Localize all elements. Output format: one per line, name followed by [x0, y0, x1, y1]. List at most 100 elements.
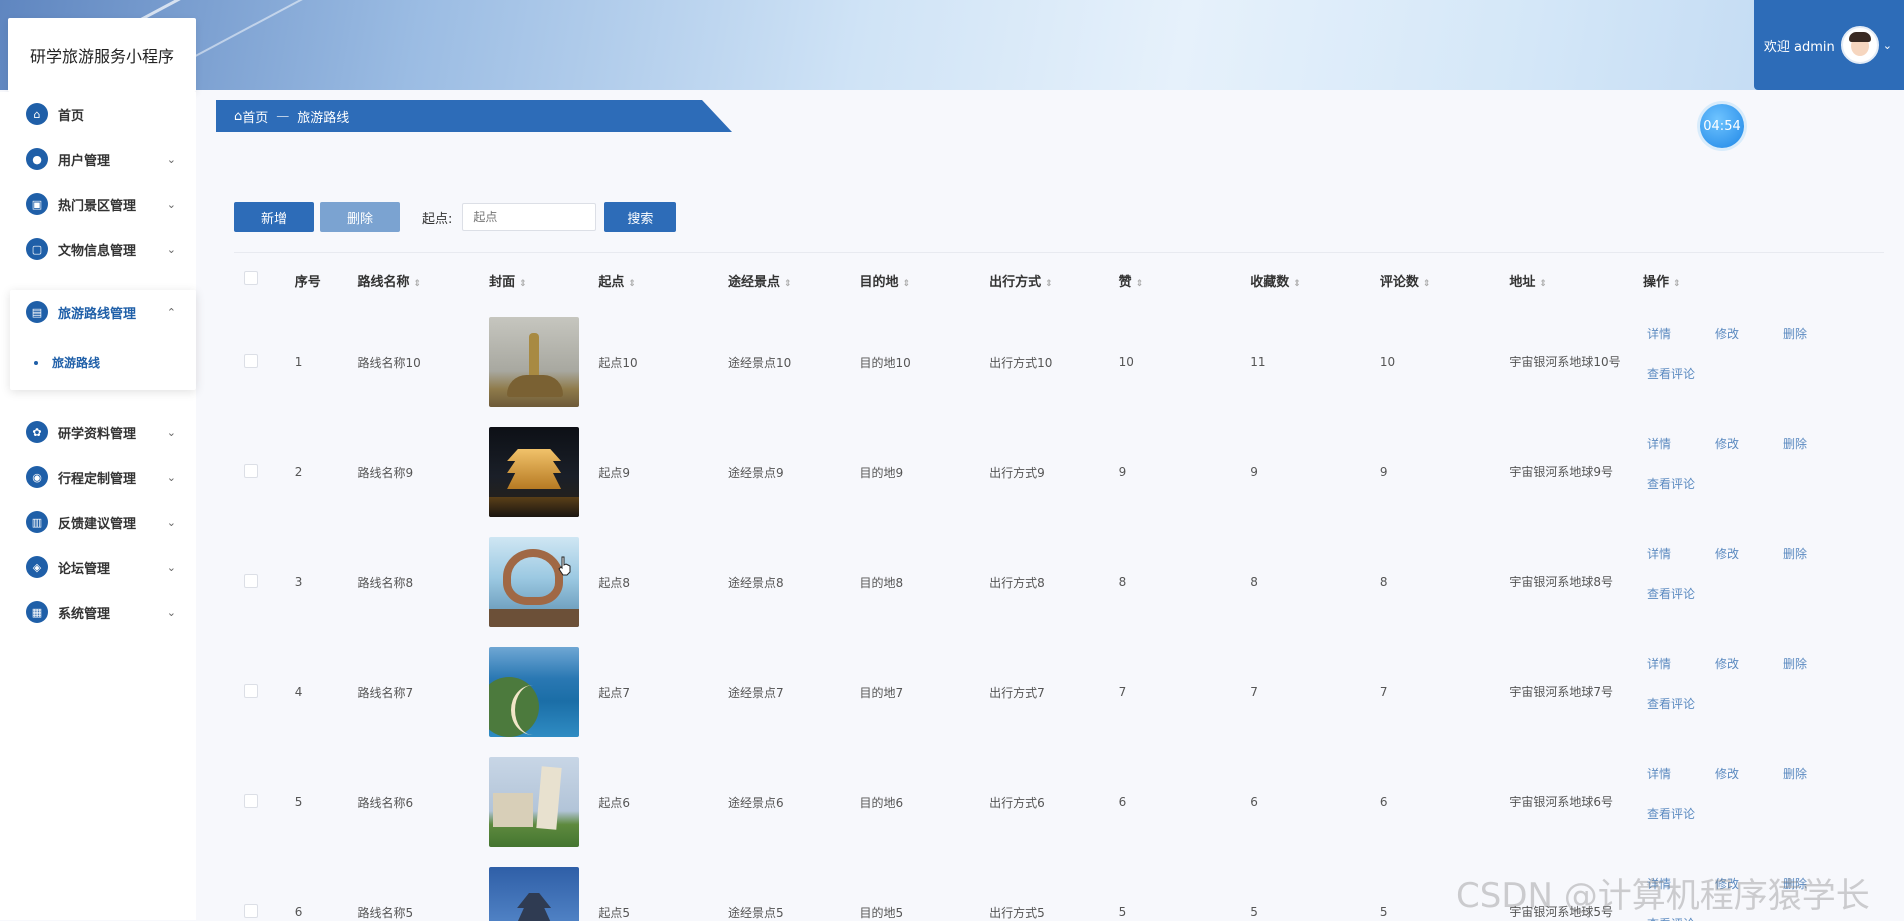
- view-comments-link[interactable]: 查看评论: [1647, 585, 1695, 602]
- cover-image[interactable]: [489, 867, 580, 921]
- sidebar-item-relics[interactable]: ▢ 文物信息管理 ⌄: [0, 227, 196, 271]
- edit-link[interactable]: 修改: [1715, 435, 1739, 452]
- start-search-input[interactable]: [462, 203, 597, 231]
- cover-detail: [489, 609, 580, 627]
- sort-icon: ⇕: [1293, 278, 1301, 289]
- view-comments-link[interactable]: 查看评论: [1647, 475, 1695, 492]
- chevron-down-icon: ⌄: [166, 425, 176, 439]
- sidebar: ⌂ 首页 ● 用户管理 ⌄ ▣ 热门景区管理 ⌄ ▢ 文物信息管理 ⌄ ▤ 旅游…: [0, 92, 196, 920]
- view-comments-link[interactable]: 查看评论: [1647, 805, 1695, 822]
- cell-start: 起点6: [598, 795, 631, 810]
- column-header[interactable]: 评论数 ⇕: [1380, 253, 1510, 307]
- cell-travel-mode: 出行方式10: [989, 355, 1053, 370]
- column-header[interactable]: 出行方式 ⇕: [989, 253, 1119, 307]
- row-checkbox[interactable]: [244, 463, 258, 478]
- row-actions: 详情 修改 删除查看评论: [1643, 647, 1884, 737]
- sidebar-item-label: 论坛管理: [58, 561, 111, 577]
- sidebar-item-scenic[interactable]: ▣ 热门景区管理 ⌄: [0, 182, 196, 226]
- avatar-hair: [1848, 32, 1871, 42]
- cell-route-name: 路线名称8: [357, 575, 414, 590]
- cell-via: 途经景点8: [727, 575, 784, 590]
- sidebar-item-itinerary[interactable]: ◉ 行程定制管理 ⌄: [0, 455, 196, 499]
- cover-image[interactable]: [489, 757, 580, 847]
- cover-detail: [489, 497, 580, 517]
- column-header[interactable]: 序号: [295, 253, 358, 307]
- row-checkbox[interactable]: [244, 353, 258, 368]
- sidebar-item-forum[interactable]: ◈ 论坛管理 ⌄: [0, 545, 196, 589]
- breadcrumb: ⌂ 首页 — 旅游路线: [216, 100, 732, 132]
- column-header[interactable]: 途经景点 ⇕: [728, 253, 860, 307]
- detail-link[interactable]: 详情: [1647, 545, 1671, 562]
- user-icon: ●: [26, 148, 48, 170]
- detail-link[interactable]: 详情: [1647, 435, 1671, 452]
- view-comments-link[interactable]: 查看评论: [1647, 365, 1695, 382]
- sidebar-item-users[interactable]: ● 用户管理 ⌄: [0, 137, 196, 181]
- cell-via: 途经景点10: [727, 355, 792, 370]
- cover-image[interactable]: [489, 427, 580, 517]
- delete-link[interactable]: 删除: [1783, 655, 1807, 672]
- edit-link[interactable]: 修改: [1715, 545, 1739, 562]
- search-button[interactable]: 搜索: [604, 202, 677, 232]
- column-header[interactable]: 操作 ⇕: [1643, 253, 1884, 307]
- add-button[interactable]: 新增: [234, 202, 314, 232]
- cell-via: 途经景点5: [727, 905, 784, 920]
- column-header[interactable]: 路线名称 ⇕: [357, 253, 489, 307]
- cover-detail: [493, 793, 534, 827]
- cover-image[interactable]: [489, 317, 580, 407]
- chevron-down-icon: ⌄: [166, 560, 176, 574]
- delete-link[interactable]: 删除: [1783, 765, 1807, 782]
- avatar[interactable]: [1840, 26, 1879, 64]
- table-row: 2 路线名称9 起点9 途经景点9 目的地9 出行方式9 9 9 9 宇宙银河系地球9号 详情 修改 删…: [234, 417, 1884, 527]
- cover-image[interactable]: [489, 647, 580, 737]
- column-header[interactable]: 地址 ⇕: [1509, 253, 1643, 307]
- sidebar-item-label: 旅游路线管理: [58, 306, 137, 322]
- breadcrumb-home[interactable]: 首页: [242, 107, 268, 126]
- sidebar-subitem-route-list[interactable]: 旅游路线: [34, 354, 100, 371]
- column-header[interactable]: 目的地 ⇕: [860, 253, 990, 307]
- select-all-checkbox[interactable]: [244, 271, 258, 285]
- row-actions: 详情 修改 删除查看评论: [1643, 537, 1884, 627]
- column-header[interactable]: 起点 ⇕: [598, 253, 728, 307]
- edit-link[interactable]: 修改: [1715, 765, 1739, 782]
- delete-link[interactable]: 删除: [1783, 545, 1807, 562]
- cell-via: 途经景点7: [727, 685, 784, 700]
- cell-start: 起点5: [598, 905, 631, 920]
- sidebar-item-materials[interactable]: ✿ 研学资料管理 ⌄: [0, 410, 196, 454]
- sidebar-item-system[interactable]: ▦ 系统管理 ⌄: [0, 590, 196, 634]
- delete-link[interactable]: 删除: [1783, 325, 1807, 342]
- edit-link[interactable]: 修改: [1715, 325, 1739, 342]
- row-checkbox[interactable]: [244, 573, 258, 588]
- delete-button[interactable]: 删除: [320, 202, 400, 232]
- column-header[interactable]: 收藏数 ⇕: [1250, 253, 1380, 307]
- sidebar-item-label: 文物信息管理: [58, 243, 137, 259]
- cover-detail: [529, 333, 540, 379]
- countdown-timer: 04:54: [1700, 104, 1744, 148]
- user-menu[interactable]: 欢迎 admin ⌄: [1754, 0, 1904, 90]
- sidebar-item-label: 用户管理: [58, 153, 111, 169]
- sidebar-item-routes[interactable]: ▤ 旅游路线管理 ⌃: [0, 290, 196, 334]
- column-header[interactable]: 赞 ⇕: [1119, 253, 1251, 307]
- cell-route-name: 路线名称5: [357, 905, 414, 920]
- column-header[interactable]: 封面 ⇕: [489, 253, 598, 307]
- sidebar-item-home[interactable]: ⌂ 首页: [0, 92, 196, 136]
- detail-link[interactable]: 详情: [1647, 655, 1671, 672]
- row-checkbox[interactable]: [244, 903, 258, 918]
- row-checkbox[interactable]: [244, 683, 258, 698]
- sidebar-item-feedback[interactable]: ▥ 反馈建议管理 ⌄: [0, 500, 196, 544]
- material-icon: ✿: [26, 421, 48, 443]
- detail-link[interactable]: 详情: [1647, 765, 1671, 782]
- view-comments-link[interactable]: 查看评论: [1647, 695, 1695, 712]
- delete-link[interactable]: 删除: [1783, 435, 1807, 452]
- detail-link[interactable]: 详情: [1647, 325, 1671, 342]
- edit-link[interactable]: 修改: [1715, 655, 1739, 672]
- breadcrumb-current: 旅游路线: [297, 110, 350, 126]
- sidebar-subitem-label: 旅游路线: [52, 356, 101, 370]
- chevron-up-icon: ⌃: [166, 305, 176, 319]
- row-checkbox[interactable]: [244, 793, 258, 808]
- chevron-down-icon[interactable]: ⌄: [1883, 39, 1892, 52]
- sort-icon: ⇕: [1135, 278, 1144, 289]
- cover-image[interactable]: [489, 537, 580, 627]
- cell-likes: 5: [1118, 905, 1127, 919]
- row-actions: 详情 修改 删除查看评论: [1643, 317, 1884, 407]
- cell-index: 5: [294, 795, 303, 809]
